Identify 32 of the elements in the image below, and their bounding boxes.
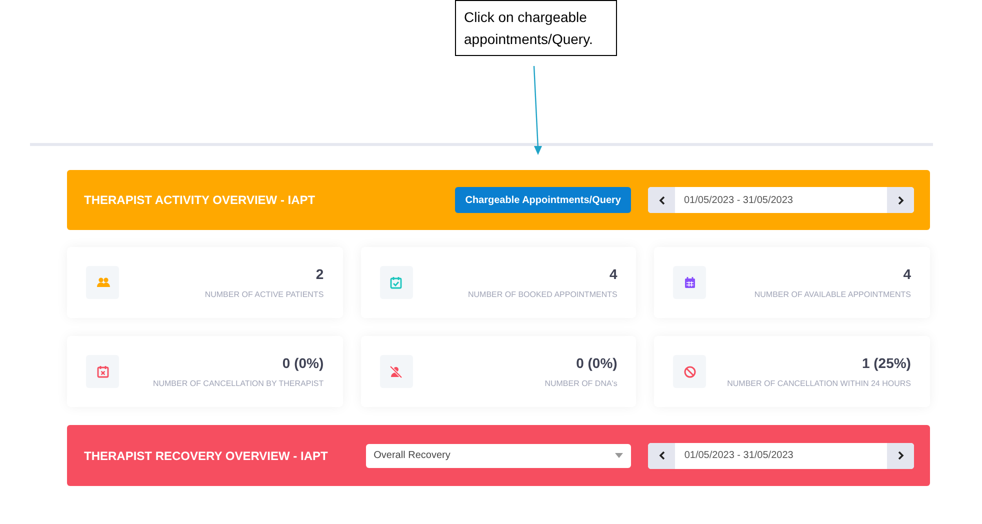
stat-value: 0 (0%) — [282, 354, 324, 372]
dropdown[interactable]: Overall Recovery — [366, 444, 632, 468]
stat-label: NUMBER OF DNA's — [544, 378, 618, 390]
chevron-right-icon — [898, 196, 904, 204]
stat-value: 2 — [316, 265, 324, 283]
stat-label: NUMBER OF CANCELLATION BY THERAPIST — [152, 378, 324, 390]
panel-title: THERAPIST ACTIVITY OVERVIEW - IAPT — [84, 192, 316, 209]
chevron-left-icon — [658, 451, 665, 460]
stat-value: 4 — [903, 265, 911, 283]
stat-value: 0 (0%) — [576, 354, 618, 372]
calendar-check-icon — [389, 276, 404, 290]
next-button[interactable] — [887, 187, 914, 213]
user-slash-icon — [389, 364, 404, 378]
previous-button[interactable] — [648, 187, 675, 213]
chevron-right-icon — [898, 451, 904, 460]
people-icon — [96, 276, 110, 290]
stat-value: 1 (25%) — [862, 354, 911, 372]
chevron-left-icon — [658, 196, 664, 204]
calendar-icon — [682, 276, 697, 290]
stat-label: NUMBER OF ACTIVE PATIENTS — [204, 289, 324, 301]
chargeable-button[interactable]: Chargeable Appointments/Query — [455, 187, 631, 213]
stat-value: 4 — [610, 265, 618, 283]
next-button[interactable] — [887, 442, 914, 468]
callout-box: Click on chargeable appointments/Query. — [455, 0, 617, 56]
calendar-x-icon — [96, 364, 110, 378]
panel-title: THERAPIST RECOVERY OVERVIEW - IAPT — [84, 448, 329, 464]
stat-label: NUMBER OF BOOKED APPOINTMENTS — [468, 289, 618, 301]
caret-icon — [615, 453, 624, 458]
stat-label: NUMBER OF AVAILABLE APPOINTMENTS — [754, 289, 911, 301]
ban-icon — [682, 364, 697, 378]
previous-button[interactable] — [648, 442, 676, 468]
stat-label: NUMBER OF CANCELLATION WITHIN 24 HOURS — [727, 378, 911, 390]
